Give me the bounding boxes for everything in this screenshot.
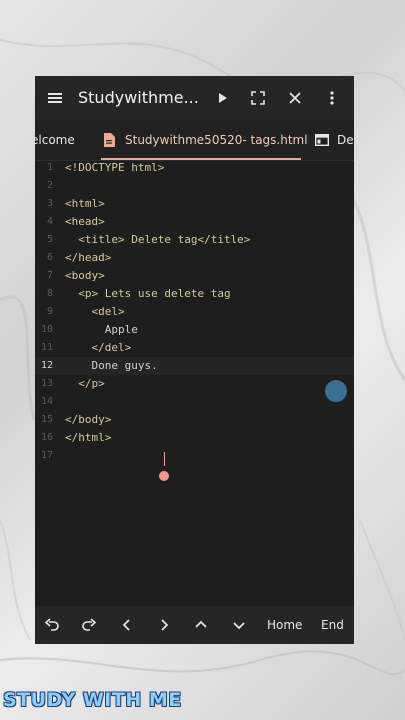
- tab-del-label: Del: [337, 133, 354, 147]
- line-number: 16: [40, 432, 53, 443]
- line-number: 13: [40, 378, 53, 389]
- code-text: </html>: [65, 431, 112, 444]
- code-line[interactable]: 13 </p>: [35, 375, 354, 393]
- cursor-handle[interactable]: [159, 471, 169, 481]
- line-number: 17: [40, 450, 53, 461]
- code-text: </head>: [65, 251, 112, 264]
- redo-icon[interactable]: [81, 617, 97, 633]
- code-line[interactable]: 8 <p> Lets use delete tag: [35, 285, 354, 303]
- file-tab-bar: elcome Studywithme50520- tags.html Del: [35, 120, 354, 161]
- code-line[interactable]: 10 Apple: [35, 321, 354, 339]
- text-cursor: [164, 452, 165, 466]
- line-number: 1: [46, 162, 53, 173]
- line-number: 14: [40, 396, 53, 407]
- home-key-button[interactable]: Home: [267, 606, 302, 644]
- line-number: 3: [46, 198, 53, 209]
- menu-icon[interactable]: [47, 90, 63, 106]
- code-line[interactable]: 17: [35, 447, 354, 465]
- end-key-button[interactable]: End: [321, 606, 344, 644]
- code-line[interactable]: 5 <title> Delete tag</title>: [35, 231, 354, 249]
- line-number: 15: [40, 414, 53, 425]
- tab-welcome-label: elcome: [35, 133, 75, 147]
- code-text: <del>: [65, 305, 125, 318]
- code-line[interactable]: 16 </html>: [35, 429, 354, 447]
- code-text: <html>: [65, 197, 105, 210]
- line-number: 12: [40, 360, 53, 371]
- arrow-left-icon[interactable]: [119, 617, 135, 633]
- undo-icon[interactable]: [44, 617, 60, 633]
- top-app-bar: Studywithme...: [35, 76, 354, 120]
- watermark-text: STUDY WITH ME: [3, 689, 182, 711]
- code-text: </p>: [65, 377, 105, 390]
- browser-window-icon: [315, 134, 329, 146]
- code-text: <title> Delete tag</title>: [65, 233, 251, 246]
- editor-window: Studywithme... elcome Studywithme50520- …: [35, 76, 354, 644]
- code-line[interactable]: 12 Done guys.: [35, 357, 354, 375]
- code-line[interactable]: 7 <body>: [35, 267, 354, 285]
- file-icon: [104, 133, 115, 147]
- code-line[interactable]: 11 </del>: [35, 339, 354, 357]
- line-number: 4: [46, 216, 53, 227]
- code-editor[interactable]: 1 <!DOCTYPE html> 2 3 <html> 4 <head> 5 <title>…: [35, 161, 354, 606]
- code-text: <body>: [65, 269, 105, 282]
- code-text: <!DOCTYPE html>: [65, 161, 165, 174]
- code-text: Apple: [65, 323, 138, 336]
- close-icon[interactable]: [286, 89, 304, 107]
- line-number: 2: [46, 180, 53, 191]
- arrow-up-icon[interactable]: [193, 617, 209, 633]
- bottom-key-bar: Home End: [35, 606, 354, 644]
- code-line[interactable]: 1 <!DOCTYPE html>: [35, 159, 354, 177]
- code-text: <head>: [65, 215, 105, 228]
- code-text: </body>: [65, 413, 112, 426]
- tab-del[interactable]: Del: [315, 120, 354, 160]
- code-line[interactable]: 15 </body>: [35, 411, 354, 429]
- tab-tags-html[interactable]: Studywithme50520- tags.html: [101, 120, 308, 160]
- line-number: 10: [40, 324, 53, 335]
- tab-tags-html-label: Studywithme50520- tags.html: [125, 133, 308, 147]
- fullscreen-icon[interactable]: [249, 89, 267, 107]
- document-title[interactable]: Studywithme...: [78, 86, 198, 110]
- line-number: 8: [46, 288, 53, 299]
- code-line[interactable]: 14: [35, 393, 354, 411]
- arrow-right-icon[interactable]: [156, 617, 172, 633]
- code-line[interactable]: 4 <head>: [35, 213, 354, 231]
- code-line[interactable]: 2: [35, 177, 354, 195]
- code-line[interactable]: 9 <del>: [35, 303, 354, 321]
- line-number: 9: [46, 306, 53, 317]
- code-line[interactable]: 3 <html>: [35, 195, 354, 213]
- code-text: </del>: [65, 341, 132, 354]
- line-number: 7: [46, 270, 53, 281]
- code-line[interactable]: 6 </head>: [35, 249, 354, 267]
- more-vert-icon[interactable]: [323, 89, 341, 107]
- code-text: <p> Lets use delete tag: [65, 287, 231, 300]
- code-text: Done guys.: [65, 359, 158, 372]
- arrow-down-icon[interactable]: [231, 617, 247, 633]
- touch-indicator: [325, 380, 347, 402]
- play-icon[interactable]: [213, 89, 231, 107]
- line-number: 5: [46, 234, 53, 245]
- line-number: 11: [40, 342, 53, 353]
- line-number: 6: [46, 252, 53, 263]
- tab-welcome[interactable]: elcome: [35, 120, 79, 160]
